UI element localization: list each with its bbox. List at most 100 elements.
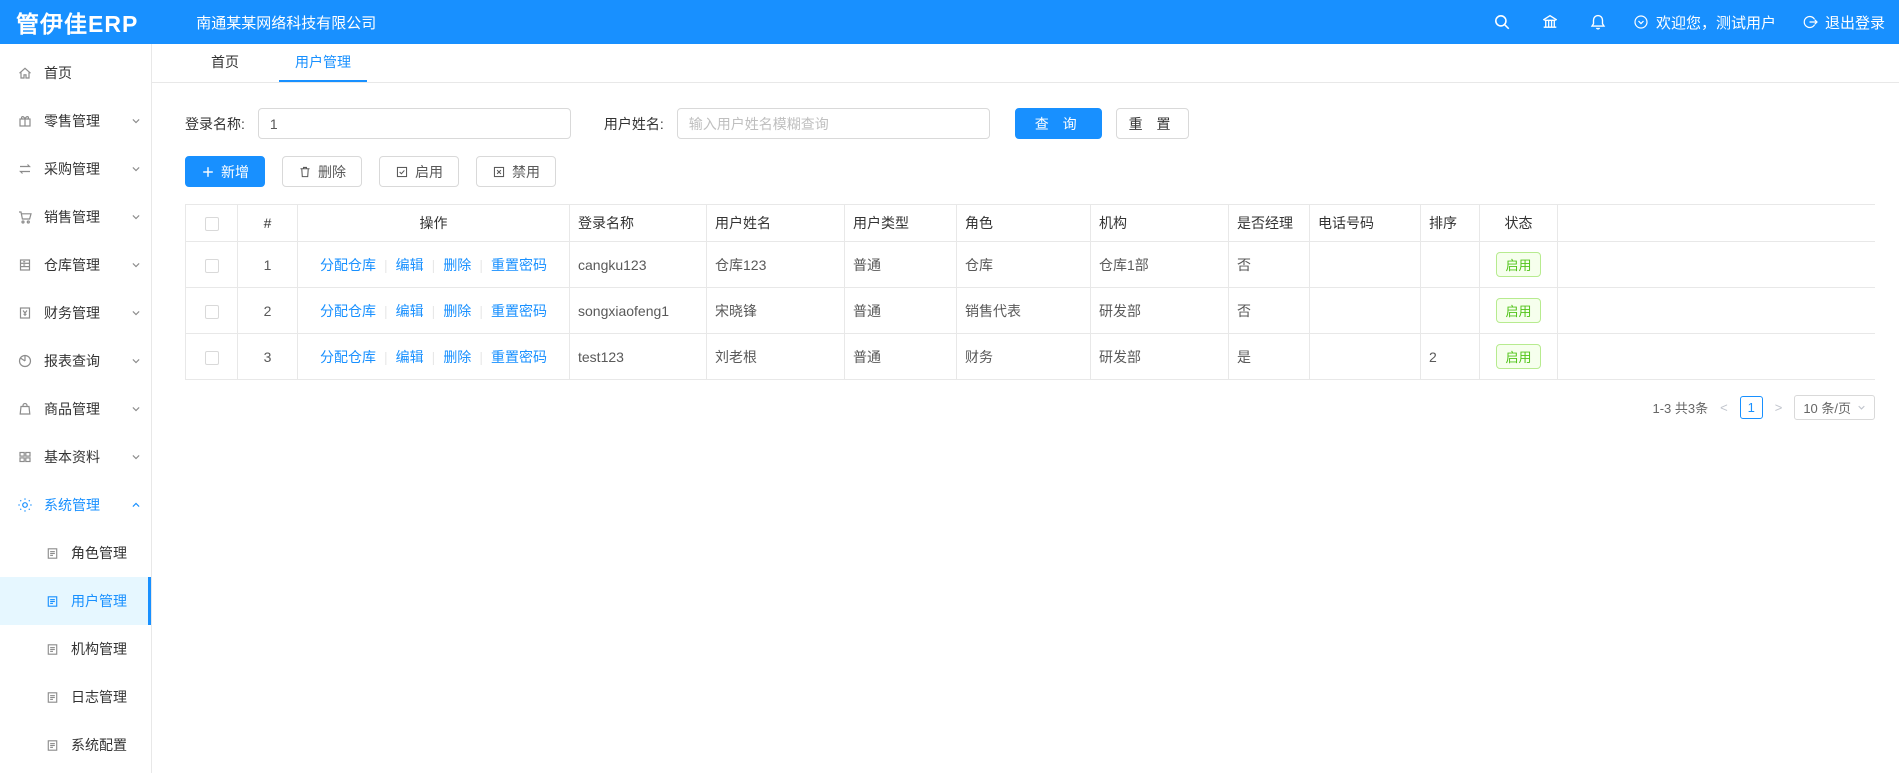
sidebar-item-org-mgmt[interactable]: 机构管理 xyxy=(0,625,151,673)
reset-password-link[interactable]: 重置密码 xyxy=(491,347,547,367)
sidebar-item-sales[interactable]: 销售管理 xyxy=(0,193,151,241)
status-badge: 启用 xyxy=(1496,252,1541,277)
delete-link[interactable]: 删除 xyxy=(443,347,471,367)
table-header-row: # 操作 登录名称 用户姓名 用户类型 角色 机构 是否经理 电话号码 排序 状… xyxy=(185,204,1875,242)
sidebar-item-retail[interactable]: 零售管理 xyxy=(0,97,151,145)
delete-button[interactable]: 删除 xyxy=(282,156,362,187)
edit-link[interactable]: 编辑 xyxy=(396,255,424,275)
col-sort: 排序 xyxy=(1420,204,1480,242)
sidebar-item-role-mgmt[interactable]: 角色管理 xyxy=(0,529,151,577)
sidebar-item-home[interactable]: 首页 xyxy=(0,49,151,97)
col-role: 角色 xyxy=(956,204,1091,242)
sidebar-item-label: 商品管理 xyxy=(44,401,100,417)
row-index: 1 xyxy=(237,241,298,288)
check-square-icon xyxy=(396,166,408,177)
user-table: # 操作 登录名称 用户姓名 用户类型 角色 机构 是否经理 电话号码 排序 状… xyxy=(185,204,1875,380)
reset-password-link[interactable]: 重置密码 xyxy=(491,255,547,275)
login-name-input[interactable] xyxy=(257,108,571,139)
top-header-bar: 管伊佳ERP 南通某某网络科技有限公司 欢迎您，测试用户 退出登录 xyxy=(0,0,1899,44)
cell-sort xyxy=(1420,287,1480,334)
reset-password-link[interactable]: 重置密码 xyxy=(491,301,547,321)
tab-home[interactable]: 首页 xyxy=(195,44,255,82)
tab-user-mgmt[interactable]: 用户管理 xyxy=(279,44,367,82)
chevron-down-icon xyxy=(132,311,140,316)
page-size-select[interactable]: 10 条/页 xyxy=(1794,395,1875,420)
status-badge: 启用 xyxy=(1496,344,1541,369)
disable-button[interactable]: 禁用 xyxy=(476,156,556,187)
sidebar-item-system[interactable]: 系统管理 xyxy=(0,481,151,529)
sidebar-item-system-config[interactable]: 系统配置 xyxy=(0,721,151,769)
cell-login: songxiaofeng1 xyxy=(569,287,707,334)
app-logo: 管伊佳ERP xyxy=(16,11,139,37)
user-name-input[interactable] xyxy=(676,108,990,139)
doc-icon xyxy=(47,547,58,559)
reset-button[interactable]: 重 置 xyxy=(1115,108,1189,139)
cell-org: 研发部 xyxy=(1090,333,1229,380)
sidebar-item-warehouse[interactable]: 仓库管理 xyxy=(0,241,151,289)
sidebar-item-label: 报表查询 xyxy=(44,353,100,369)
table-toolbar: 新增 删除 启用 禁用 xyxy=(185,156,1875,187)
sidebar-item-purchase[interactable]: 采购管理 xyxy=(0,145,151,193)
sidebar-item-user-mgmt[interactable]: 用户管理 xyxy=(0,577,151,625)
sidebar-nav: 首页 零售管理 采购管理 销售管理 仓库管理 财务管理 报表查询 商品管理 基本… xyxy=(0,44,152,773)
user-name-label: 用户姓名: xyxy=(603,115,664,132)
cell-name: 仓库123 xyxy=(706,241,845,288)
sidebar-item-label: 首页 xyxy=(44,65,72,81)
sidebar-item-goods[interactable]: 商品管理 xyxy=(0,385,151,433)
edit-link[interactable]: 编辑 xyxy=(396,301,424,321)
row-checkbox[interactable] xyxy=(204,350,219,365)
table-row: 1 分配仓库 | 编辑 | 删除 | 重置密码 cangku123 仓库123 普通 … xyxy=(185,241,1875,288)
select-all-checkbox[interactable] xyxy=(204,217,219,232)
row-checkbox[interactable] xyxy=(204,258,219,273)
search-icon[interactable] xyxy=(1493,13,1511,31)
logout-button[interactable]: 退出登录 xyxy=(1802,12,1885,33)
assign-warehouse-link[interactable]: 分配仓库 xyxy=(320,347,376,367)
assign-warehouse-link[interactable]: 分配仓库 xyxy=(320,301,376,321)
cell-sort: 2 xyxy=(1420,333,1480,380)
sidebar-item-label: 日志管理 xyxy=(71,689,127,705)
chevron-down-icon xyxy=(132,359,140,364)
sidebar-item-basic-data[interactable]: 基本资料 xyxy=(0,433,151,481)
chevron-down-icon xyxy=(132,119,140,124)
company-name: 南通某某网络科技有限公司 xyxy=(196,14,377,32)
row-index: 2 xyxy=(237,287,298,334)
prev-page-button[interactable]: < xyxy=(1718,400,1730,415)
delete-link[interactable]: 删除 xyxy=(443,255,471,275)
plus-icon xyxy=(203,166,213,177)
cell-role: 销售代表 xyxy=(956,287,1091,334)
row-checkbox[interactable] xyxy=(204,304,219,319)
search-button[interactable]: 查 询 xyxy=(1014,108,1102,139)
user-menu[interactable]: 欢迎您，测试用户 xyxy=(1633,12,1776,33)
sidebar-item-label: 采购管理 xyxy=(44,161,100,177)
bell-icon[interactable] xyxy=(1589,13,1607,31)
pagination: 1-3 共3条 < 1 > 10 条/页 xyxy=(185,395,1875,420)
bank-icon[interactable] xyxy=(1541,13,1559,31)
enable-button[interactable]: 启用 xyxy=(379,156,459,187)
table-row: 2 分配仓库 | 编辑 | 删除 | 重置密码 songxiaofeng1 宋晓锋 普… xyxy=(185,287,1875,334)
basic-data-icon xyxy=(19,451,31,463)
edit-link[interactable]: 编辑 xyxy=(396,347,424,367)
assign-warehouse-link[interactable]: 分配仓库 xyxy=(320,255,376,275)
cell-name: 宋晓锋 xyxy=(706,287,845,334)
sales-cart-icon xyxy=(19,211,32,224)
welcome-text: 欢迎您，测试用户 xyxy=(1655,14,1776,32)
add-button[interactable]: 新增 xyxy=(185,156,265,187)
sidebar-item-report[interactable]: 报表查询 xyxy=(0,337,151,385)
logout-icon xyxy=(1803,15,1818,29)
report-icon xyxy=(18,354,32,368)
header-actions: 欢迎您，测试用户 退出登录 xyxy=(1463,12,1885,33)
cell-type: 普通 xyxy=(844,241,957,288)
next-page-button[interactable]: > xyxy=(1773,400,1785,415)
gear-icon xyxy=(18,498,32,512)
sidebar-item-label: 系统配置 xyxy=(71,737,127,753)
cell-role: 仓库 xyxy=(956,241,1091,288)
col-operations: 操作 xyxy=(297,204,570,242)
trash-icon xyxy=(300,166,310,177)
cell-login: test123 xyxy=(569,333,707,380)
sidebar-item-log-mgmt[interactable]: 日志管理 xyxy=(0,673,151,721)
page-number-button[interactable]: 1 xyxy=(1739,396,1763,419)
sidebar-item-finance[interactable]: 财务管理 xyxy=(0,289,151,337)
login-name-label: 登录名称: xyxy=(185,115,245,132)
sidebar-item-label: 零售管理 xyxy=(44,113,100,129)
delete-link[interactable]: 删除 xyxy=(443,301,471,321)
